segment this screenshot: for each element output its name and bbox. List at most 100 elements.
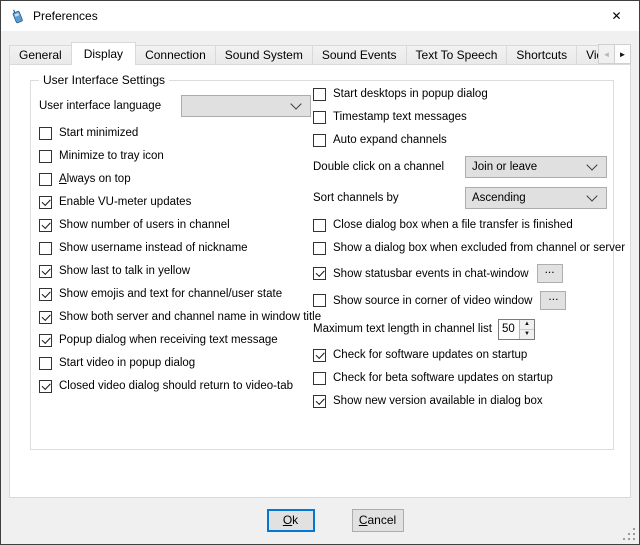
ui-language-combobox[interactable] xyxy=(181,95,311,117)
arrow-up-icon: ▲ xyxy=(524,321,530,327)
checkbox-icon[interactable] xyxy=(39,242,52,255)
close-button[interactable]: ✕ xyxy=(594,1,639,31)
checkbox-label: Show last to talk in yellow xyxy=(59,265,190,277)
checkbox-minimize-to-tray[interactable]: Minimize to tray icon xyxy=(39,149,311,163)
tab-scroll-left-button[interactable]: ◄ xyxy=(598,44,615,64)
tab-text-to-speech[interactable]: Text To Speech xyxy=(406,45,508,64)
checkbox-icon[interactable] xyxy=(39,334,52,347)
checkbox-icon[interactable] xyxy=(313,294,326,307)
checkbox-update-check[interactable]: Check for software updates on startup xyxy=(313,348,607,362)
checkbox-icon[interactable] xyxy=(39,173,52,186)
app-icon xyxy=(9,8,25,24)
spin-down-button[interactable]: ▼ xyxy=(520,330,534,339)
checkbox-show-username[interactable]: Show username instead of nickname xyxy=(39,241,311,255)
checkbox-video-source-corner[interactable]: Show source in corner of video window xyxy=(313,294,532,307)
checkbox-show-emojis[interactable]: Show emojis and text for channel/user st… xyxy=(39,287,311,301)
row-video-source: Show source in corner of video window ..… xyxy=(313,291,607,310)
spinbox-value: 50 xyxy=(499,320,519,339)
checkbox-show-user-count[interactable]: Show number of users in channel xyxy=(39,218,311,232)
checkbox-always-on-top[interactable]: Always on top xyxy=(39,172,311,186)
checkbox-icon[interactable] xyxy=(313,219,326,232)
checkbox-icon[interactable] xyxy=(313,395,326,408)
spinbox-buttons: ▲ ▼ xyxy=(519,320,534,339)
checkbox-popup-text-message[interactable]: Popup dialog when receiving text message xyxy=(39,333,311,347)
checkbox-video-return-tab[interactable]: Closed video dialog should return to vid… xyxy=(39,379,311,393)
checkbox-label: Closed video dialog should return to vid… xyxy=(59,380,293,392)
checkbox-timestamp-messages[interactable]: Timestamp text messages xyxy=(313,110,607,124)
arrow-left-icon: ◄ xyxy=(603,50,611,59)
tab-connection[interactable]: Connection xyxy=(135,45,216,64)
tab-shortcuts[interactable]: Shortcuts xyxy=(506,45,577,64)
checkbox-video-popup[interactable]: Start video in popup dialog xyxy=(39,356,311,370)
checkbox-server-channel-in-title[interactable]: Show both server and channel name in win… xyxy=(39,310,311,324)
checkbox-label: Enable VU-meter updates xyxy=(59,196,191,208)
checkbox-close-on-transfer[interactable]: Close dialog box when a file transfer is… xyxy=(313,218,607,232)
checkbox-icon[interactable] xyxy=(39,311,52,324)
checkbox-last-to-talk-yellow[interactable]: Show last to talk in yellow xyxy=(39,264,311,278)
tab-general[interactable]: General xyxy=(9,45,72,64)
checkbox-excluded-dialog[interactable]: Show a dialog box when excluded from cha… xyxy=(313,241,607,255)
chevron-down-icon xyxy=(290,98,301,109)
checkbox-icon[interactable] xyxy=(313,267,326,280)
title-bar: Preferences ✕ xyxy=(1,1,639,31)
ui-language-label: User interface language xyxy=(39,100,161,112)
checkbox-icon[interactable] xyxy=(39,380,52,393)
checkbox-label: Check for software updates on startup xyxy=(333,349,527,361)
max-text-length-spinbox[interactable]: 50 ▲ ▼ xyxy=(498,319,535,340)
spin-up-button[interactable]: ▲ xyxy=(520,320,534,330)
sort-channels-label: Sort channels by xyxy=(313,192,399,204)
checkbox-start-minimized[interactable]: Start minimized xyxy=(39,126,311,140)
tab-display[interactable]: Display xyxy=(71,42,136,65)
checkbox-icon[interactable] xyxy=(313,242,326,255)
cancel-button[interactable]: Cancel xyxy=(352,509,404,532)
checkbox-label: Close dialog box when a file transfer is… xyxy=(333,219,573,231)
checkbox-statusbar-events[interactable]: Show statusbar events in chat-window xyxy=(313,267,529,280)
checkbox-auto-expand-channels[interactable]: Auto expand channels xyxy=(313,133,607,147)
checkbox-label: Show both server and channel name in win… xyxy=(59,311,321,323)
preferences-dialog: Preferences ✕ General Display Connection… xyxy=(0,0,640,545)
dialog-footer: Ok Cancel xyxy=(1,499,639,544)
chevron-down-icon xyxy=(586,159,597,170)
checkbox-icon[interactable] xyxy=(39,127,52,140)
tab-sound-events[interactable]: Sound Events xyxy=(312,45,407,64)
checkbox-label: Show emojis and text for channel/user st… xyxy=(59,288,282,300)
checkbox-new-version-dialog[interactable]: Show new version available in dialog box xyxy=(313,394,607,408)
checkbox-label: Start video in popup dialog xyxy=(59,357,195,369)
tab-sound-system[interactable]: Sound System xyxy=(215,45,313,64)
double-click-label: Double click on a channel xyxy=(313,161,444,173)
checkbox-beta-update-check[interactable]: Check for beta software updates on start… xyxy=(313,371,607,385)
checkbox-icon[interactable] xyxy=(39,150,52,163)
max-text-length-label: Maximum text length in channel list xyxy=(313,323,492,335)
ok-button[interactable]: Ok xyxy=(267,509,315,532)
close-icon: ✕ xyxy=(611,9,621,23)
checkbox-label: Show number of users in channel xyxy=(59,219,230,231)
row-max-text-length: Maximum text length in channel list 50 ▲… xyxy=(313,318,607,340)
tab-scrollers: ◄ ► xyxy=(599,44,631,64)
arrow-down-icon: ▼ xyxy=(524,331,530,337)
left-column: User interface language Start minimized … xyxy=(39,95,311,402)
checkbox-label: Always on top xyxy=(59,173,131,185)
checkbox-icon[interactable] xyxy=(313,111,326,124)
statusbar-events-more-button[interactable]: ... xyxy=(537,264,563,283)
double-click-combobox[interactable]: Join or leave xyxy=(465,156,607,178)
checkbox-icon[interactable] xyxy=(39,219,52,232)
checkbox-icon[interactable] xyxy=(313,372,326,385)
checkbox-icon[interactable] xyxy=(39,265,52,278)
checkbox-vu-meter-updates[interactable]: Enable VU-meter updates xyxy=(39,195,311,209)
resize-grip[interactable] xyxy=(623,528,636,541)
checkbox-icon[interactable] xyxy=(39,196,52,209)
checkbox-label: Show username instead of nickname xyxy=(59,242,248,254)
checkbox-icon[interactable] xyxy=(39,357,52,370)
checkbox-icon[interactable] xyxy=(39,288,52,301)
user-interface-settings-group: User Interface Settings User interface l… xyxy=(30,80,614,450)
video-source-more-button[interactable]: ... xyxy=(540,291,566,310)
window-title: Preferences xyxy=(33,9,98,23)
display-tab-panel: User Interface Settings User interface l… xyxy=(9,64,631,498)
tab-scroll-right-button[interactable]: ► xyxy=(614,44,631,64)
checkbox-icon[interactable] xyxy=(313,349,326,362)
checkbox-label: Show statusbar events in chat-window xyxy=(333,268,529,280)
checkbox-icon[interactable] xyxy=(313,134,326,147)
checkbox-desktops-popup[interactable]: Start desktops in popup dialog xyxy=(313,87,607,101)
sort-channels-combobox[interactable]: Ascending xyxy=(465,187,607,209)
checkbox-icon[interactable] xyxy=(313,88,326,101)
